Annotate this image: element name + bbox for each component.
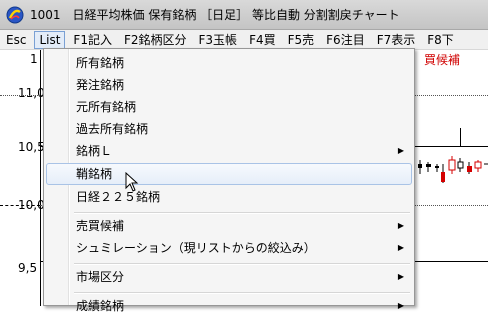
grid-line (0, 205, 40, 206)
submenu-arrow-icon: ▶ (397, 243, 404, 252)
menu-item-label: 過去所有銘柄 (76, 122, 149, 136)
submenu-arrow-icon: ▶ (397, 146, 404, 155)
candle (435, 166, 439, 168)
menu-item-label: 日経２２５銘柄 (76, 190, 161, 204)
menu-esc[interactable]: Esc (0, 31, 32, 49)
window-title: 1001 日経平均株価 保有銘柄 ［日足］ 等比自動 分割割戻チャート (30, 8, 400, 22)
menu-item-past-owned[interactable]: 過去所有銘柄 (46, 118, 412, 140)
menu-item-stock-l[interactable]: 銘柄Ｌ ▶ (46, 140, 412, 162)
menu-item-trade-candidates[interactable]: 売買候補 ▶ (46, 215, 412, 237)
menu-f5-sell[interactable]: F5売 (282, 31, 321, 49)
menu-item-label: 発注銘柄 (76, 78, 125, 92)
menu-separator (74, 212, 410, 214)
menu-separator (74, 263, 410, 265)
candle (448, 159, 456, 171)
menu-f7-display[interactable]: F7表示 (371, 31, 422, 49)
menu-f1-entry[interactable]: F1記入 (67, 31, 118, 49)
menu-f4-buy[interactable]: F4買 (243, 31, 282, 49)
menu-item-label: 銘柄Ｌ (76, 144, 113, 158)
menu-separator (74, 292, 410, 294)
submenu-arrow-icon: ▶ (397, 221, 404, 230)
submenu-arrow-icon: ▶ (397, 301, 404, 310)
menu-item-label: 鞘銘柄 (76, 167, 113, 181)
menu-item-label: 所有銘柄 (76, 56, 125, 70)
menu-item-ordered-stocks[interactable]: 発注銘柄 (46, 74, 412, 96)
y-axis-label: 11,0 (18, 86, 45, 100)
y-axis-label: 1 (30, 52, 38, 66)
candlestick-series (418, 156, 488, 183)
menu-f2-stock-category[interactable]: F2銘柄区分 (118, 31, 193, 49)
menu-item-label: シュミレーション（現リストからの絞込み） (76, 241, 316, 255)
candle (457, 161, 464, 169)
menu-f3-position-book[interactable]: F3玉帳 (193, 31, 244, 49)
menu-f6-watch[interactable]: F6注目 (320, 31, 371, 49)
list-dropdown-menu: 所有銘柄 発注銘柄 元所有銘柄 過去所有銘柄 銘柄Ｌ ▶ 鞘銘柄 日経２２５銘柄… (43, 48, 415, 313)
menu-bar: Esc List F1記入 F2銘柄区分 F3玉帳 F4買 F5売 F6注目 F… (0, 30, 488, 50)
menu-item-spread-stocks[interactable]: 鞘銘柄 (46, 163, 412, 185)
menu-item-label: 成績銘柄 (76, 299, 125, 313)
menu-item-simulation[interactable]: シュミレーション（現リストからの絞込み） ▶ (46, 237, 412, 259)
app-logo-icon (6, 6, 24, 23)
menu-item-label: 市場区分 (76, 270, 125, 284)
candle (418, 164, 422, 168)
mouse-cursor-icon (125, 172, 139, 192)
y-axis-label: 9,5 (18, 261, 38, 275)
candle (474, 161, 482, 169)
axis-tick (460, 128, 461, 146)
menu-item-performance-stocks[interactable]: 成績銘柄 ▶ (46, 295, 412, 317)
menu-item-formerly-owned[interactable]: 元所有銘柄 (46, 96, 412, 118)
menu-list[interactable]: List (34, 30, 66, 49)
menu-item-market-segment[interactable]: 市場区分 ▶ (46, 266, 412, 288)
menu-item-owned-stocks[interactable]: 所有銘柄 (46, 52, 412, 74)
menu-item-label: 売買候補 (76, 219, 125, 233)
candle (467, 166, 472, 172)
menu-f8-down[interactable]: F8下 (421, 31, 460, 49)
submenu-arrow-icon: ▶ (397, 272, 404, 281)
menu-item-label: 元所有銘柄 (76, 100, 137, 114)
buy-candidate-note: 買候補 (424, 53, 461, 67)
y-axis-label: 10,5 (18, 140, 45, 154)
candle (441, 172, 445, 182)
candle (426, 164, 431, 167)
title-bar: 1001 日経平均株価 保有銘柄 ［日足］ 等比自動 分割割戻チャート (0, 0, 488, 30)
menu-item-nikkei225[interactable]: 日経２２５銘柄 (46, 186, 412, 208)
